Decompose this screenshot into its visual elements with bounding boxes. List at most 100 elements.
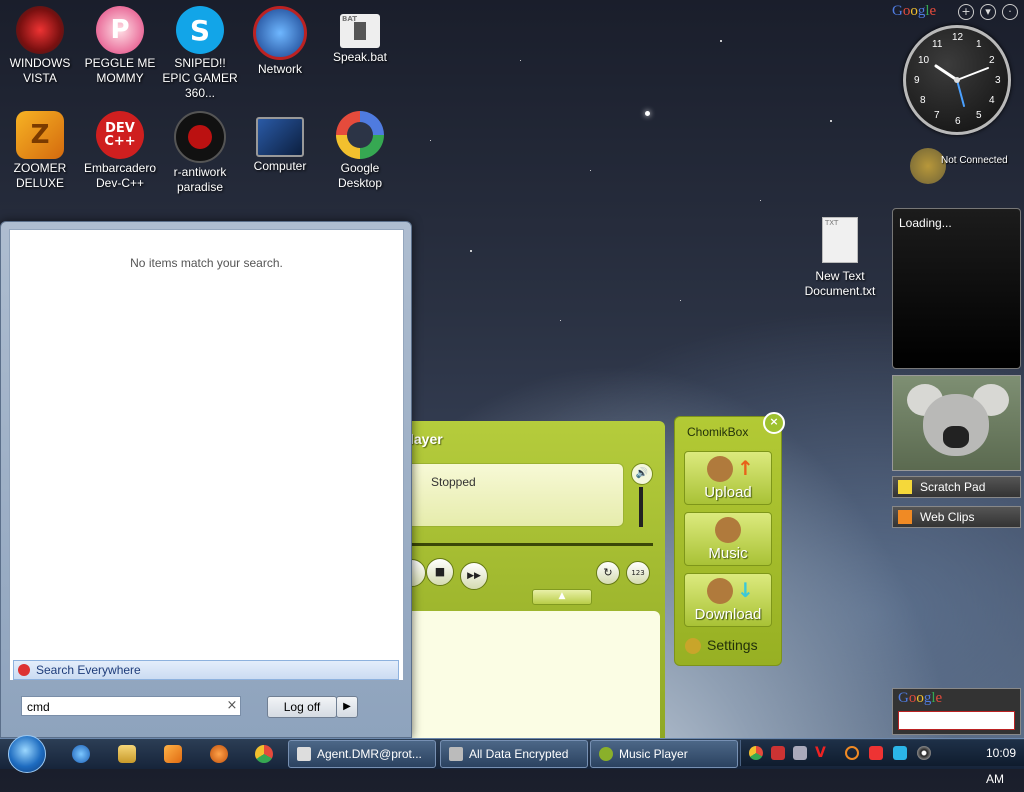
desktop-icon-label: Computer bbox=[253, 159, 307, 173]
start-button[interactable] bbox=[8, 735, 46, 773]
playlist-area bbox=[410, 611, 660, 739]
upload-arrow-icon: ↑ bbox=[737, 456, 754, 480]
google-logo: Google bbox=[898, 690, 943, 706]
taskbar-window-label: All Data Encrypted bbox=[469, 747, 569, 761]
volume-tray-icon[interactable] bbox=[917, 746, 931, 760]
music-player-window: layer Stopped 🔊 ■ ▶▶ ↻ 123 ▲ bbox=[398, 421, 665, 739]
chrome-tray-icon[interactable] bbox=[749, 746, 763, 760]
taskbar-window-label: Music Player bbox=[619, 747, 688, 761]
volume-slider[interactable] bbox=[639, 487, 643, 527]
network-icon bbox=[253, 6, 307, 60]
sidebar-header: Google + ▾ · bbox=[892, 3, 1020, 23]
gear-icon bbox=[685, 638, 701, 655]
display-tray-icon[interactable] bbox=[893, 746, 907, 760]
music-button[interactable]: Music bbox=[684, 512, 772, 566]
antivirus-tray-icon[interactable]: V bbox=[815, 746, 829, 760]
upload-button[interactable]: ↑ Upload bbox=[684, 451, 772, 505]
window-icon bbox=[449, 747, 463, 761]
stop-button[interactable]: ■ bbox=[426, 558, 454, 586]
taskbar-window-all-data-encrypted[interactable]: All Data Encrypted bbox=[440, 740, 588, 768]
desktop-icon-computer[interactable]: Computer bbox=[240, 111, 320, 174]
loading-text: Loading... bbox=[899, 216, 952, 230]
desktop-icon-zoomer[interactable]: Z ZOOMER DELUXE bbox=[0, 111, 80, 191]
music-player-icon bbox=[599, 747, 613, 761]
music-label: Music bbox=[708, 545, 748, 562]
desktop-icon-label: Network bbox=[257, 62, 302, 76]
download-label: Download bbox=[694, 606, 762, 623]
desktop-icon-label: r-antiwork paradise bbox=[173, 165, 227, 194]
log-off-button[interactable]: Log off bbox=[267, 696, 337, 718]
search-tray-icon[interactable] bbox=[845, 746, 859, 760]
flag-tray-icon[interactable] bbox=[869, 746, 883, 760]
messenger-icon bbox=[297, 747, 311, 761]
bat-file-icon: BAT bbox=[340, 14, 380, 48]
loading-gadget[interactable]: Loading... bbox=[892, 208, 1021, 369]
desktop-icon-peggle[interactable]: P PEGGLE ME MOMMY bbox=[80, 6, 160, 86]
scratch-pad-gadget[interactable]: Scratch Pad bbox=[892, 476, 1021, 498]
taskbar-window-label: Agent.DMR@prot... bbox=[317, 747, 422, 761]
peggle-icon: P bbox=[96, 6, 144, 54]
add-gadget-button[interactable]: + bbox=[958, 4, 974, 20]
search-everywhere-link[interactable]: Search Everywhere bbox=[13, 660, 399, 680]
desktop-icon-google-desktop[interactable]: Google Desktop bbox=[320, 111, 400, 191]
download-button[interactable]: ↓ Download bbox=[684, 573, 772, 627]
power-options-arrow-button[interactable]: ▶ bbox=[336, 696, 358, 718]
desktop-icon-label: PEGGLE ME MOMMY bbox=[84, 56, 156, 85]
desktop-icon-windows-vista[interactable]: WINDOWS VISTA bbox=[0, 6, 80, 86]
network-tray-icon[interactable] bbox=[793, 746, 807, 760]
analog-clock-gadget[interactable]: 12 1 2 3 4 5 6 7 8 9 10 11 bbox=[903, 25, 1011, 135]
download-arrow-icon: ↓ bbox=[737, 578, 754, 602]
photo-gadget[interactable] bbox=[892, 375, 1021, 471]
music-player-display: Stopped bbox=[410, 463, 624, 527]
upload-label: Upload bbox=[704, 484, 752, 501]
chomikbox-title: ChomikBox bbox=[687, 425, 749, 439]
security-tray-icon[interactable] bbox=[771, 746, 785, 760]
rss-icon bbox=[898, 510, 912, 524]
volume-icon[interactable]: 🔊 bbox=[631, 463, 653, 485]
start-menu: No items match your search. Search Every… bbox=[0, 221, 412, 738]
start-search-input[interactable]: cmd bbox=[21, 696, 241, 716]
search-everywhere-icon bbox=[18, 664, 30, 676]
google-logo: Google bbox=[892, 3, 937, 19]
desktop-icon-sniped[interactable]: S SNIPED!! EPIC GAMER 360... bbox=[160, 6, 240, 101]
desktop-icon-label: Google Desktop bbox=[337, 161, 383, 190]
clear-search-icon[interactable]: × bbox=[225, 698, 239, 714]
close-icon[interactable]: × bbox=[763, 412, 785, 434]
desktop-icon-label: Embarcadero Dev-C++ bbox=[83, 161, 157, 190]
antiwork-icon bbox=[174, 111, 226, 163]
sidebar-close-button[interactable]: · bbox=[1002, 4, 1018, 20]
repeat-button[interactable]: ↻ bbox=[596, 561, 620, 585]
system-tray: V 10:09 AM bbox=[740, 740, 1024, 786]
google-search-input[interactable] bbox=[898, 711, 1015, 730]
explorer-folder-icon[interactable] bbox=[118, 745, 136, 763]
media-player-icon[interactable] bbox=[164, 745, 182, 763]
playback-status: Stopped bbox=[431, 475, 476, 489]
settings-button[interactable]: Settings bbox=[685, 637, 758, 655]
web-clips-label: Web Clips bbox=[920, 510, 975, 524]
expand-playlist-button[interactable]: ▲ bbox=[532, 589, 592, 605]
computer-icon bbox=[256, 117, 304, 157]
clock-hands bbox=[934, 64, 989, 107]
weather-status: Not Connected bbox=[941, 155, 1008, 166]
messenger-icon[interactable] bbox=[210, 745, 228, 763]
chrome-icon[interactable] bbox=[255, 745, 273, 763]
desktop-icon-speak-bat[interactable]: BAT Speak.bat bbox=[320, 6, 400, 65]
desktop-icon-label: ZOOMER DELUXE bbox=[13, 161, 67, 190]
desktop-icon-network[interactable]: Network bbox=[240, 6, 320, 77]
forward-button[interactable]: ▶▶ bbox=[460, 562, 488, 590]
desktop-icon-antiwork[interactable]: r-antiwork paradise bbox=[160, 111, 240, 195]
shuffle-button[interactable]: 123 bbox=[626, 561, 650, 585]
taskbar-clock[interactable]: 10:09 AM bbox=[986, 740, 1024, 792]
chomikbox-widget: ChomikBox × ↑ Upload Music ↓ Download Se… bbox=[674, 412, 785, 666]
desktop-icon-new-text-document[interactable]: TXT New Text Document.txt bbox=[800, 217, 880, 299]
zoomer-icon: Z bbox=[16, 111, 64, 159]
sidebar-menu-button[interactable]: ▾ bbox=[980, 4, 996, 20]
ie-icon[interactable] bbox=[72, 745, 90, 763]
desktop-icon-devcpp[interactable]: DEV C++ Embarcadero Dev-C++ bbox=[80, 111, 160, 191]
seek-bar[interactable] bbox=[410, 543, 653, 546]
web-clips-gadget[interactable]: Web Clips bbox=[892, 506, 1021, 528]
taskbar-window-music-player[interactable]: Music Player bbox=[590, 740, 738, 768]
weather-gadget[interactable]: Not Connected bbox=[908, 148, 1018, 188]
taskbar-window-agent[interactable]: Agent.DMR@prot... bbox=[288, 740, 436, 768]
google-desktop-icon bbox=[336, 111, 384, 159]
